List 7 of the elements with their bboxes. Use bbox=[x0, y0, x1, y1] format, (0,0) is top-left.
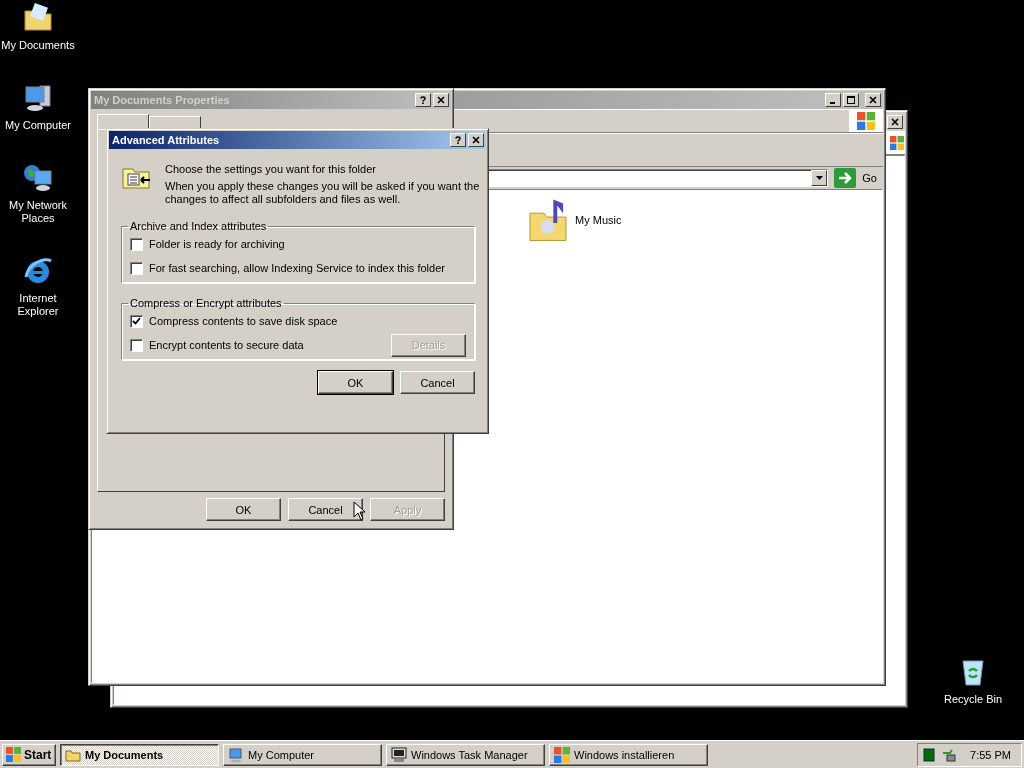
clock: 7:55 PM bbox=[970, 748, 1011, 761]
window-title: My Documents Properties bbox=[94, 94, 231, 106]
description-text: When you apply these changes you will be asked if you want the changes to affect all subfolders and files as well. bbox=[165, 180, 481, 206]
group-title: Compress or Encrypt attributes bbox=[129, 297, 283, 309]
heading-text: Choose the settings you want for this folder bbox=[165, 163, 377, 175]
group-title: Archive and Index attributes bbox=[129, 220, 268, 232]
window-title: Advanced Attributes bbox=[112, 134, 221, 146]
